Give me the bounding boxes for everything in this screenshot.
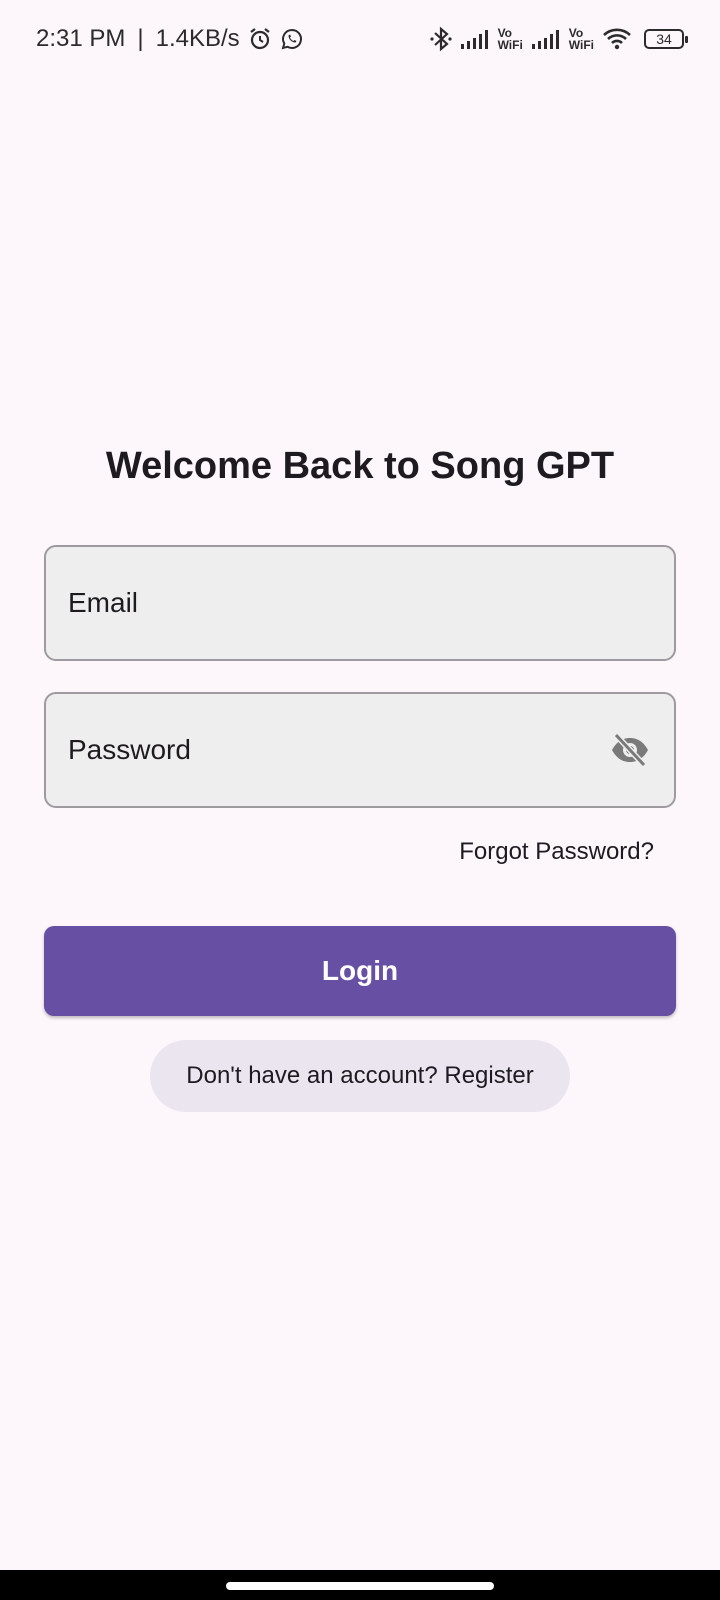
login-button[interactable]: Login: [44, 926, 676, 1016]
status-right: Vo WiFi Vo WiFi 34: [429, 26, 688, 52]
whatsapp-icon: [280, 27, 304, 51]
email-field[interactable]: [44, 545, 676, 661]
signal-icon: [460, 28, 490, 50]
status-separator: |: [137, 25, 144, 52]
status-bar: 2:31 PM | 1.4KB/s Vo WiFi Vo WiFi 34: [0, 0, 720, 78]
signal-icon: [531, 28, 561, 50]
status-left: 2:31 PM | 1.4KB/s: [36, 25, 304, 53]
page-title: Welcome Back to Song GPT: [105, 445, 615, 487]
bluetooth-icon: [429, 26, 452, 52]
forgot-password-link[interactable]: Forgot Password?: [459, 838, 654, 866]
login-screen: 2:31 PM | 1.4KB/s Vo WiFi Vo WiFi 34 Wel…: [0, 0, 720, 1600]
vowifi-bottom: WiFi: [497, 38, 523, 52]
wifi-icon: [602, 27, 632, 51]
email-input[interactable]: [68, 587, 652, 619]
register-button[interactable]: Don't have an account? Register: [150, 1040, 570, 1112]
alarm-icon: [248, 27, 272, 51]
password-field[interactable]: [44, 692, 676, 808]
battery-icon: 34: [644, 29, 688, 49]
password-input[interactable]: [68, 734, 608, 766]
vowifi-label: Vo WiFi: [498, 27, 523, 51]
vowifi-label: Vo WiFi: [569, 27, 594, 51]
status-time: 2:31 PM: [36, 25, 126, 52]
home-indicator[interactable]: [226, 1582, 494, 1590]
vowifi-bottom: WiFi: [568, 38, 594, 52]
visibility-off-icon[interactable]: [608, 728, 652, 772]
network-speed: 1.4KB/s: [155, 25, 240, 52]
